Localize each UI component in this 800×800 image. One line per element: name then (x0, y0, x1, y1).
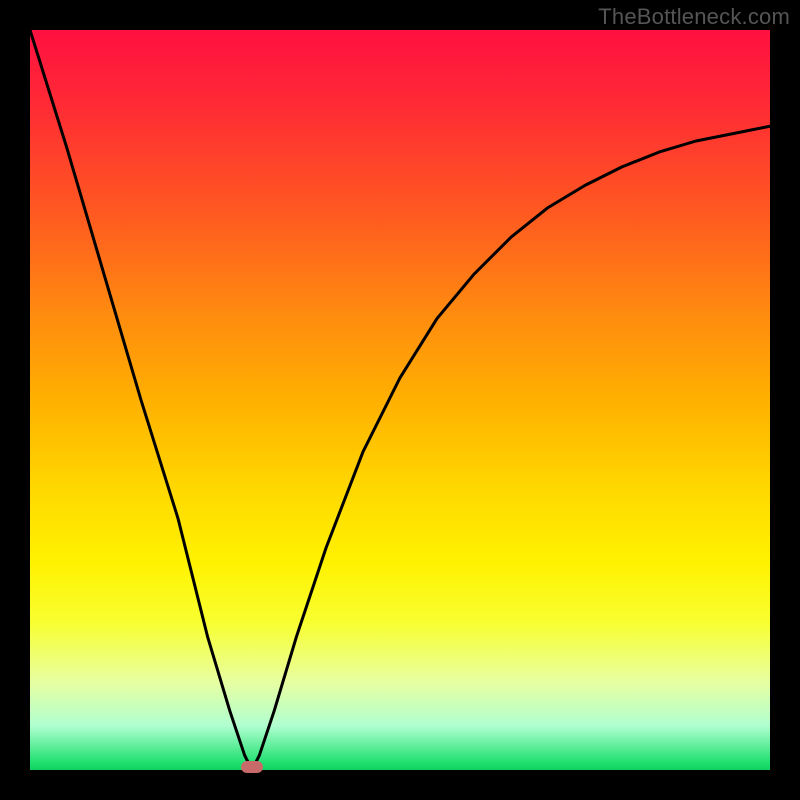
minimum-marker (241, 761, 263, 773)
bottleneck-curve (30, 30, 770, 770)
chart-plot-area (30, 30, 770, 770)
chart-frame: TheBottleneck.com (0, 0, 800, 800)
watermark-text: TheBottleneck.com (598, 4, 790, 30)
